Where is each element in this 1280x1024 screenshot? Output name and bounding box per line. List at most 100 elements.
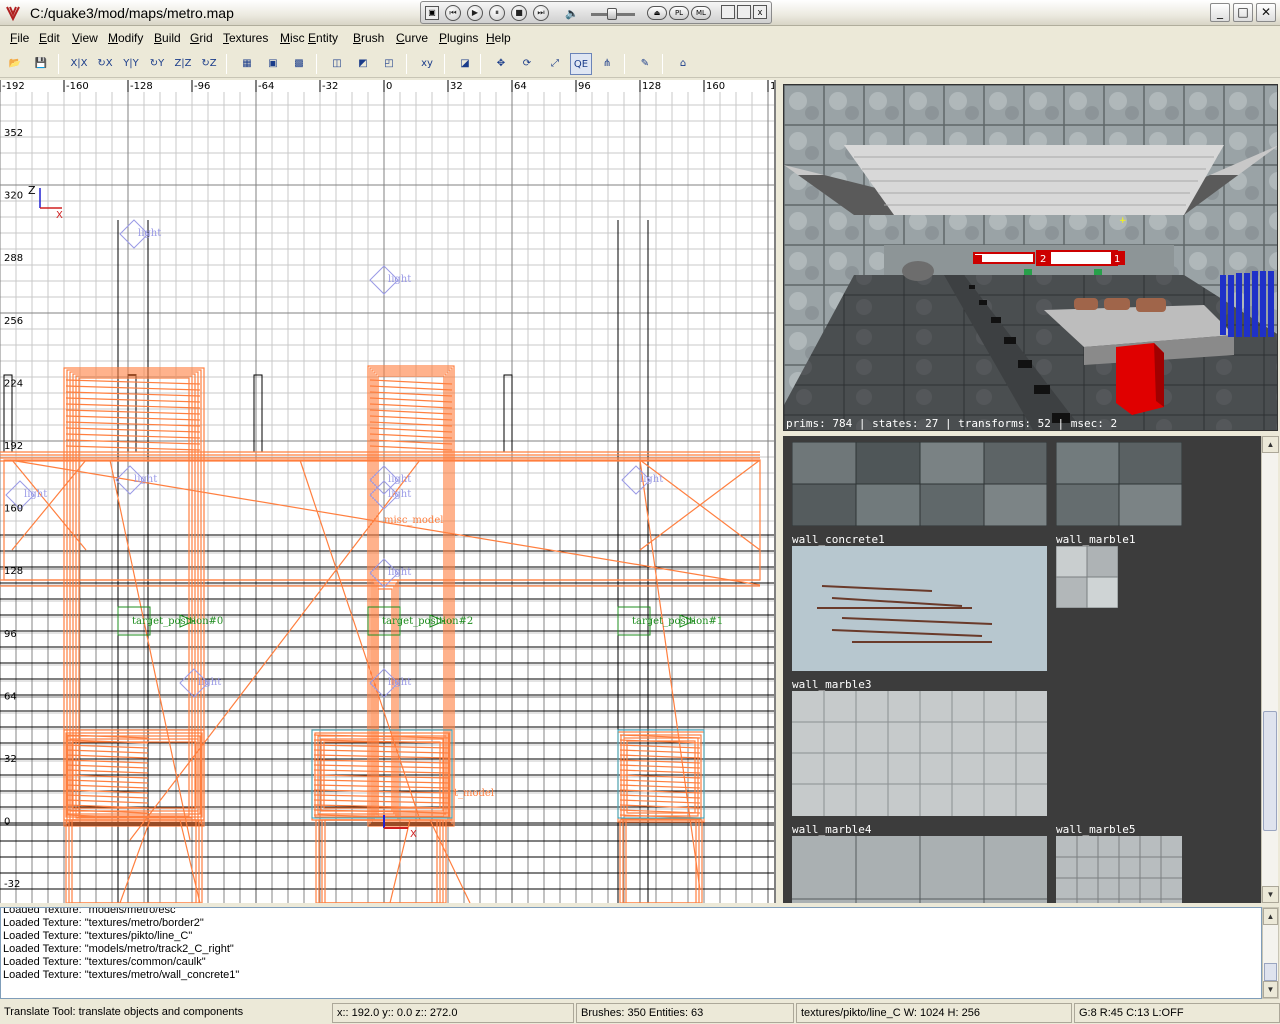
- brush-edge: [65, 379, 201, 385]
- translate-icon[interactable]: ✥: [490, 53, 512, 75]
- previous-track-button[interactable]: ⏮: [445, 5, 461, 21]
- texture-thumb-partial-2[interactable]: [1056, 442, 1182, 526]
- brush-edge: [65, 433, 201, 439]
- open-icon[interactable]: 📂: [4, 53, 26, 75]
- console-line: Loaded Texture: "textures/common/caulk": [3, 956, 206, 968]
- console-scroll-down-icon[interactable]: ▼: [1263, 981, 1278, 998]
- select-partial-tall-icon[interactable]: ▩: [288, 53, 310, 75]
- media-menu-icon[interactable]: ▣: [425, 6, 439, 20]
- texture-thumb-wall-marble3[interactable]: [792, 691, 1047, 816]
- menu-mnemonic: E: [39, 31, 48, 45]
- texture-browser[interactable]: wall_concrete1 wall_marble1 wall_marble3…: [783, 436, 1261, 903]
- console-line: Loaded Texture: "textures/metro/border2": [3, 917, 204, 929]
- menu-modify[interactable]: Modify: [103, 29, 148, 45]
- brush-edge: [313, 784, 451, 789]
- menu-curve[interactable]: Curve: [391, 29, 433, 45]
- brush-outline: [69, 371, 199, 823]
- save-icon[interactable]: 💾: [30, 53, 52, 75]
- texture-thumb-wall-marble4[interactable]: [792, 836, 1047, 903]
- title-bar[interactable]: C:/quake3/mod/maps/metro.map ▣ ⏮ ▶ ⏸ ■ ⏭…: [0, 0, 1280, 26]
- xz-orthographic-view[interactable]: light light light light light light light light…: [0, 80, 776, 903]
- console-line: Loaded Texture: "textures/metro/wall_con…: [3, 969, 240, 981]
- eject-button[interactable]: ⏏: [647, 6, 667, 20]
- minimize-button[interactable]: _: [1210, 3, 1230, 22]
- mini-close-button[interactable]: x: [753, 5, 767, 19]
- texture-thumb-wall-concrete1[interactable]: [792, 546, 1047, 671]
- brush-edge: [313, 769, 451, 774]
- flip-x-icon[interactable]: X|X: [68, 53, 90, 75]
- flip-y-icon[interactable]: Y|Y: [120, 53, 142, 75]
- status-brush-entity-count: Brushes: 350 Entities: 63: [576, 1003, 794, 1023]
- csg-subtract-icon[interactable]: ◫: [326, 53, 348, 75]
- view-change-icon[interactable]: xy: [416, 53, 438, 75]
- maximize-button[interactable]: □: [1233, 3, 1253, 22]
- menu-help[interactable]: Help: [481, 29, 516, 45]
- media-library-button[interactable]: ML: [691, 6, 711, 20]
- menu-mnemonic: M: [280, 31, 290, 45]
- menu-build[interactable]: Build: [149, 29, 186, 45]
- texture-view-icon[interactable]: ◪: [454, 53, 476, 75]
- render-stats: prims: 784 | states: 27 | transforms: 52…: [786, 417, 1118, 430]
- menu-plugins[interactable]: Plugins: [434, 29, 483, 45]
- menu-file[interactable]: File: [5, 29, 34, 45]
- menu-mnemonic: V: [72, 31, 80, 45]
- menu-brush[interactable]: Brush: [348, 29, 389, 45]
- xz-grid-canvas[interactable]: light light light light light light light light…: [0, 80, 776, 903]
- cubic-clip-icon[interactable]: ⌂: [672, 53, 694, 75]
- menu-grid[interactable]: Grid: [185, 29, 218, 45]
- brush-edge: [369, 415, 453, 421]
- play-button[interactable]: ▶: [467, 5, 483, 21]
- menu-edit[interactable]: Edit: [34, 29, 65, 45]
- console-scroll-up-icon[interactable]: ▲: [1263, 908, 1278, 925]
- toolbar-separator: [316, 54, 317, 74]
- scroll-down-arrow-icon[interactable]: ▼: [1262, 886, 1279, 903]
- volume-slider-knob[interactable]: [607, 8, 617, 20]
- brush-outline: [71, 819, 197, 903]
- light-entity-label: light: [388, 489, 411, 500]
- brush-edge: [65, 749, 149, 754]
- menu-entity[interactable]: Entity: [303, 29, 343, 45]
- menu-textures[interactable]: Textures: [218, 29, 273, 45]
- camera-3d-view[interactable]: 2 1 + prims: 784 | states: 27 | transfor…: [783, 84, 1278, 431]
- toolbar-separator: [444, 54, 445, 74]
- status-tool-hint: Translate Tool: translate objects and co…: [4, 1006, 244, 1018]
- texture-scroll-thumb[interactable]: [1263, 711, 1277, 831]
- rotate-z-icon[interactable]: ↻Z: [198, 53, 220, 75]
- qe-mode-icon[interactable]: QE: [570, 53, 592, 75]
- stop-button[interactable]: ■: [511, 5, 527, 21]
- csg-merge-icon[interactable]: ◩: [352, 53, 374, 75]
- light-entity-label: light: [388, 677, 411, 688]
- next-track-button[interactable]: ⏭: [533, 5, 549, 21]
- brush-edge: [369, 409, 453, 415]
- misc-model-label: misc_model: [384, 515, 443, 526]
- scale-icon[interactable]: ⤢: [544, 53, 566, 75]
- mini-restore-button[interactable]: [737, 5, 751, 19]
- playlist-button[interactable]: PL: [669, 6, 689, 20]
- menu-bar: File Edit View Modify Build Grid Textures Misc E…: [0, 28, 1280, 48]
- make-hollow-icon[interactable]: ◰: [378, 53, 400, 75]
- menu-view[interactable]: View: [67, 29, 103, 45]
- select-touching-icon[interactable]: ▣: [262, 53, 284, 75]
- drag-vertices-icon[interactable]: ⋔: [596, 53, 618, 75]
- texture-thumb-wall-marble1[interactable]: [1056, 546, 1118, 608]
- ruler-z-tick: 192: [4, 441, 23, 452]
- brush-edge: [369, 385, 453, 391]
- scroll-up-arrow-icon[interactable]: ▲: [1262, 436, 1279, 453]
- select-complete-tall-icon[interactable]: ▦: [236, 53, 258, 75]
- patch-bend-icon[interactable]: ✎: [634, 53, 656, 75]
- pause-button[interactable]: ⏸: [489, 5, 505, 21]
- rotate-x-icon[interactable]: ↻X: [94, 53, 116, 75]
- texture-browser-scrollbar[interactable]: ▲ ▼: [1261, 436, 1279, 903]
- close-button[interactable]: ✕: [1256, 3, 1276, 22]
- menu-mnemonic: B: [154, 31, 163, 45]
- mini-minimize-button[interactable]: [721, 5, 735, 19]
- rotate-y-icon[interactable]: ↻Y: [146, 53, 168, 75]
- texture-thumb-wall-marble5[interactable]: [1056, 836, 1182, 903]
- texture-thumb-partial[interactable]: [792, 442, 1047, 526]
- console-scroll-thumb[interactable]: [1264, 963, 1277, 981]
- media-player-bar[interactable]: ▣ ⏮ ▶ ⏸ ■ ⏭ 🔈 ⏏ PL ML x: [420, 1, 772, 24]
- console-log[interactable]: Loaded Texture: "models/metro/esc" Loaded…: [0, 907, 1262, 999]
- rotate-icon[interactable]: ⟳: [516, 53, 538, 75]
- console-scrollbar[interactable]: ▲ ▼: [1262, 907, 1279, 999]
- flip-z-icon[interactable]: Z|Z: [172, 53, 194, 75]
